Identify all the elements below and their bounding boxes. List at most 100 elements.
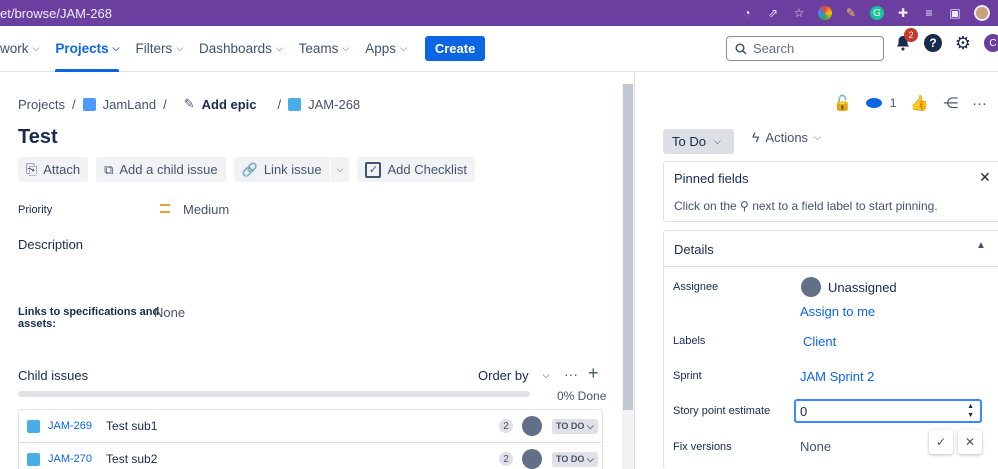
- child-issue-summary[interactable]: Test sub1: [106, 419, 157, 433]
- link-icon: 🔗: [241, 161, 258, 177]
- attach-button[interactable]: ⎘ Attach: [18, 157, 89, 182]
- search-input[interactable]: Search: [726, 36, 884, 61]
- priority-label: Priority: [18, 204, 53, 216]
- left-pane-scrollbar[interactable]: [622, 84, 634, 469]
- speed-icon[interactable]: ◔: [740, 6, 754, 20]
- story-point-label: Story point estimate: [673, 405, 771, 417]
- sprint-value[interactable]: JAM Sprint 2: [800, 369, 874, 384]
- sidebar-icon[interactable]: ▣: [948, 6, 962, 20]
- more-actions-dropdown[interactable]: ⌵: [329, 157, 350, 182]
- status-dropdown[interactable]: TO DO ⌵: [552, 451, 598, 467]
- more-options-icon[interactable]: ···: [564, 366, 578, 382]
- breadcrumb-project[interactable]: JamLand: [103, 97, 156, 112]
- story-point-input[interactable]: 0 ▲ ▼: [794, 399, 982, 423]
- add-checklist-label: Add Checklist: [387, 162, 467, 177]
- label-tag[interactable]: Client: [803, 334, 836, 349]
- table-row[interactable]: JAM-270 Test sub2 2 TO DO ⌵: [19, 443, 602, 469]
- child-issue-key[interactable]: JAM-270: [48, 453, 92, 465]
- links-label-line1: Links to specifications and: [18, 306, 160, 318]
- fix-versions-value[interactable]: None: [800, 439, 831, 454]
- status-dropdown[interactable]: TO DO ⌵: [552, 418, 598, 434]
- breadcrumb-projects[interactable]: Projects: [18, 97, 65, 112]
- description-heading: Description: [18, 237, 84, 252]
- issue-title[interactable]: Test: [18, 126, 58, 149]
- scrollbar-thumb[interactable]: [623, 84, 633, 410]
- nav-your-work[interactable]: work ⌵: [0, 26, 47, 72]
- actions-label: Actions: [765, 129, 809, 145]
- pane-divider[interactable]: [634, 72, 635, 469]
- add-checklist-button[interactable]: ✓ Add Checklist: [357, 157, 475, 182]
- add-child-issue-button[interactable]: ⧉ Add a child issue: [96, 157, 226, 182]
- color-extension-icon[interactable]: [818, 6, 832, 20]
- nav-label: Dashboards: [199, 41, 272, 56]
- pin-icon: ⚲: [740, 199, 749, 213]
- pinned-hint-text: Click on the: [674, 199, 737, 213]
- assign-to-me-link[interactable]: Assign to me: [800, 304, 875, 319]
- child-issue-summary[interactable]: Test sub2: [106, 452, 157, 466]
- paperclip-icon: ⎘: [26, 161, 38, 177]
- subtask-type-icon: [288, 97, 302, 111]
- sprint-label: Sprint: [673, 370, 702, 382]
- search-icon: [735, 42, 747, 55]
- gear-icon[interactable]: ⚙: [954, 33, 972, 53]
- links-label-line2: assets:: [18, 318, 56, 330]
- help-icon[interactable]: ?: [924, 34, 942, 52]
- nav-apps[interactable]: Apps ⌵: [357, 26, 415, 72]
- table-row[interactable]: JAM-269 Test sub1 2 TO DO ⌵: [19, 410, 602, 443]
- link-issue-button[interactable]: 🔗 Link issue: [233, 157, 330, 182]
- assignee-avatar[interactable]: [522, 416, 542, 436]
- nav-teams[interactable]: Teams ⌵: [291, 26, 358, 72]
- links-value[interactable]: None: [154, 305, 185, 320]
- nav-projects[interactable]: Projects ⌵: [47, 26, 127, 72]
- priority-value[interactable]: Medium: [183, 202, 229, 217]
- child-issue-key[interactable]: JAM-269: [48, 420, 92, 432]
- nav-filters[interactable]: Filters ⌵: [127, 26, 191, 72]
- thumbs-up-icon[interactable]: 👍: [910, 94, 929, 112]
- nav-dashboards[interactable]: Dashboards ⌵: [191, 26, 291, 72]
- chevron-down-icon: ⌵: [336, 164, 344, 174]
- status-transition-button[interactable]: To Do ⌵: [663, 129, 734, 154]
- order-by-control[interactable]: Order by ⌵: [478, 368, 549, 383]
- browser-avatar[interactable]: [974, 5, 990, 21]
- child-count-badge: 2: [499, 419, 513, 433]
- search-placeholder: Search: [753, 41, 795, 56]
- breadcrumb-issue-key[interactable]: JAM-268: [308, 97, 360, 112]
- stepper-icon[interactable]: ▲ ▼: [967, 402, 974, 420]
- create-button[interactable]: Create: [424, 36, 486, 61]
- star-icon[interactable]: ☆: [792, 6, 806, 20]
- share-icon[interactable]: ⋲: [943, 94, 958, 112]
- puzzle-icon[interactable]: ✚: [896, 6, 910, 20]
- assignee-avatar[interactable]: [522, 449, 542, 469]
- url-text[interactable]: et/browse/JAM-268: [0, 6, 112, 21]
- assignee-label: Assignee: [673, 281, 719, 293]
- details-header[interactable]: Details ▲: [664, 231, 998, 267]
- child-count-badge: 2: [499, 452, 513, 466]
- chevron-down-icon: ⌵: [176, 43, 184, 53]
- close-icon[interactable]: ✕: [979, 169, 991, 186]
- cancel-button[interactable]: ✕: [958, 430, 982, 454]
- grammarly-icon[interactable]: G: [870, 6, 884, 20]
- lock-icon[interactable]: 🔓: [833, 94, 852, 112]
- unassigned-avatar-icon: [801, 277, 821, 297]
- actions-button[interactable]: ϟ Actions ⌵: [752, 129, 821, 145]
- progress-text: 0% Done: [557, 389, 607, 403]
- eye-icon: [865, 98, 882, 108]
- chevron-up-icon[interactable]: ▲: [976, 240, 986, 251]
- add-child-plus-icon[interactable]: +: [588, 363, 599, 384]
- notifications-button[interactable]: 2: [894, 28, 918, 52]
- add-epic-link[interactable]: Add epic: [202, 97, 257, 112]
- confirm-button[interactable]: ✓: [929, 430, 953, 454]
- user-avatar[interactable]: C: [984, 34, 998, 52]
- more-icon[interactable]: ···: [972, 95, 987, 112]
- share-icon[interactable]: ⇗: [766, 6, 780, 20]
- chevron-down-icon: ⌵: [400, 43, 407, 53]
- chevron-down-icon: ⌵: [32, 43, 40, 53]
- playlist-icon[interactable]: ≡: [922, 6, 936, 20]
- pen-extension-icon[interactable]: ✎: [844, 6, 858, 20]
- lightning-icon: ϟ: [752, 129, 760, 145]
- watch-button[interactable]: 1: [865, 96, 896, 110]
- child-issues-table: JAM-269 Test sub1 2 TO DO ⌵ JAM-270 Test…: [18, 409, 603, 469]
- hierarchy-icon: ⧉: [104, 161, 114, 177]
- nav-label: Apps: [365, 41, 397, 56]
- assignee-value[interactable]: Unassigned: [828, 280, 897, 295]
